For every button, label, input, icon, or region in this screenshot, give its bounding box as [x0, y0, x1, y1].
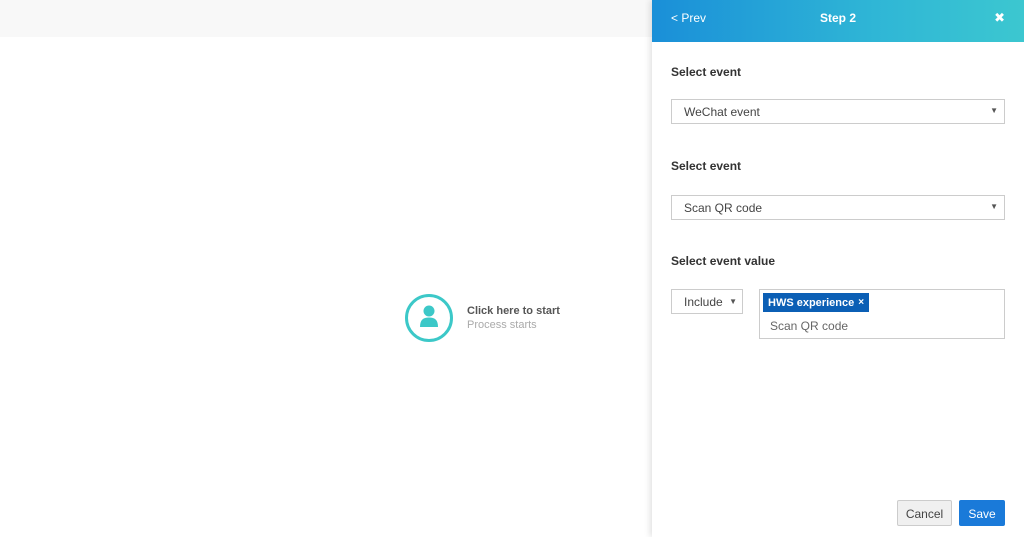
- step-panel: < Prev Step 2 ✖ Select event WeChat even…: [652, 0, 1024, 537]
- start-node-text: Click here to start Process starts: [467, 304, 560, 332]
- tag-search-text[interactable]: Scan QR code: [770, 319, 848, 333]
- cancel-button[interactable]: Cancel: [897, 500, 952, 526]
- operator-value: Include: [684, 295, 723, 309]
- operator-select[interactable]: Include ▼: [671, 289, 743, 314]
- event-value-label: Select event value: [671, 254, 776, 268]
- panel-title: Step 2: [819, 11, 856, 25]
- start-node-title: Click here to start: [467, 305, 560, 317]
- value-tag-label: HWS experience: [768, 296, 855, 309]
- start-node[interactable]: Click here to start Process starts: [405, 294, 560, 342]
- event-type-value: WeChat event: [684, 105, 760, 119]
- tag-remove-icon[interactable]: ×: [858, 297, 864, 308]
- close-icon[interactable]: ✖: [994, 10, 1005, 26]
- start-node-circle[interactable]: [405, 294, 453, 342]
- canvas-toolbar: [0, 0, 652, 37]
- event-value: Scan QR code: [684, 201, 763, 215]
- flow-canvas[interactable]: Click here to start Process starts: [0, 0, 652, 537]
- event-select[interactable]: Scan QR code ▼: [671, 195, 1005, 220]
- chevron-down-icon: ▼: [990, 106, 998, 115]
- chevron-down-icon: ▼: [729, 297, 737, 306]
- event-label: Select event: [671, 159, 742, 173]
- user-icon: [418, 304, 440, 333]
- event-type-label: Select event: [671, 65, 742, 79]
- chevron-down-icon: ▼: [990, 202, 998, 211]
- start-node-subtitle: Process starts: [467, 319, 537, 331]
- value-tag: HWS experience ×: [763, 293, 870, 312]
- panel-header: < Prev Step 2 ✖: [652, 0, 1024, 42]
- save-button[interactable]: Save: [959, 500, 1005, 526]
- event-value-tag-input[interactable]: HWS experience × Scan QR code: [759, 289, 1005, 339]
- event-type-select[interactable]: WeChat event ▼: [671, 99, 1005, 124]
